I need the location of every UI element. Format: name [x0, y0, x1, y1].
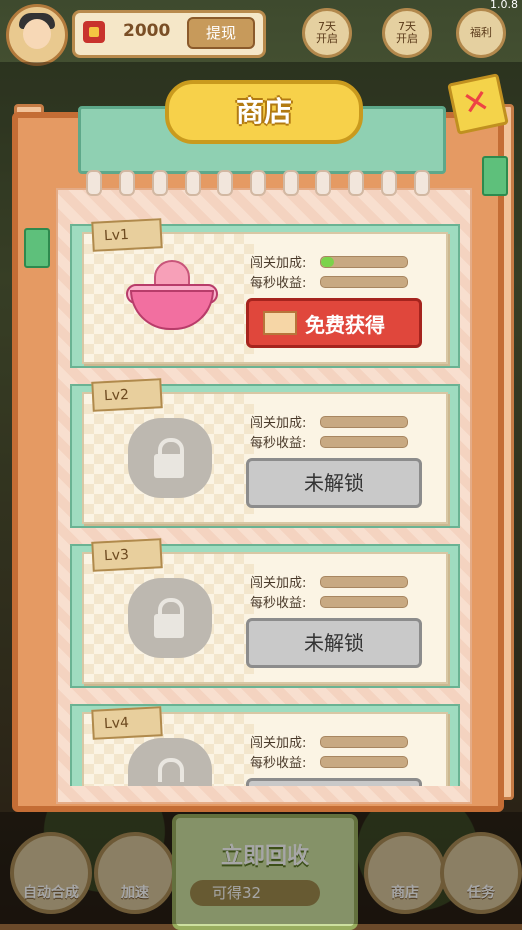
bottom-dim-overlay [0, 812, 522, 924]
level-tag: Lv3 [91, 538, 163, 572]
left-tassel-icon [24, 228, 50, 268]
lock-body [154, 614, 184, 638]
shop-item-card: Lv2 闯关加成: 每秒收益: 未解锁 [82, 378, 448, 524]
right-tassel-icon [482, 156, 508, 196]
avatar[interactable] [6, 4, 68, 66]
lock-icon [158, 758, 184, 782]
bead-icon [119, 170, 136, 196]
avatar-face [23, 19, 51, 49]
bead-icon [282, 170, 299, 196]
level-bonus-fill [321, 257, 334, 267]
locked-item-icon [124, 736, 216, 786]
level-bonus-bar [320, 576, 408, 588]
locked-item-icon [124, 576, 216, 658]
bead-icon [348, 170, 365, 196]
bead-icon [217, 170, 234, 196]
bead-row [78, 170, 438, 196]
bead-icon [380, 170, 397, 196]
shop-title-plaque: 商店 [165, 80, 363, 144]
stat-level-bonus-label: 闯关加成: [250, 576, 307, 591]
stat-level-bonus-label: 闯关加成: [250, 416, 307, 431]
seven-day-button-1[interactable]: 7天 开启 [302, 8, 352, 58]
bead-icon [249, 170, 266, 196]
shop-item-card: Lv3 闯关加成: 每秒收益: 未解锁 [82, 538, 448, 684]
locked-button[interactable]: 未解锁 [246, 618, 422, 668]
top-bar: 1.0.8 2000 提现 7天 开启 7天 开启 福利 [0, 0, 522, 66]
version-label: 1.0.8 [490, 0, 518, 11]
level-tag: Lv2 [91, 378, 163, 412]
stat-level-bonus-label: 闯关加成: [250, 736, 307, 751]
stat-income-label: 每秒收益: [250, 756, 307, 771]
coin-box: 2000 提现 [72, 10, 266, 58]
card-clip: Lv4 闯关加成: 每秒收益: [60, 700, 460, 786]
bead-icon [86, 170, 103, 196]
bead-icon [184, 170, 201, 196]
shop-title: 商店 [235, 95, 292, 128]
bead-icon [151, 170, 168, 196]
locked-item-icon [124, 416, 216, 498]
bead-icon [315, 170, 332, 196]
free-get-label: 免费获得 [305, 313, 385, 337]
level-tag: Lv4 [91, 706, 163, 740]
income-bar [320, 756, 408, 768]
pot-body [130, 290, 214, 330]
stat-income-label: 每秒收益: [250, 596, 307, 611]
income-bar [320, 436, 408, 448]
income-bar [320, 596, 408, 608]
free-get-button[interactable]: 免费获得 [246, 298, 422, 348]
red-envelope-icon [83, 21, 105, 43]
seven-day-button-2[interactable]: 7天 开启 [382, 8, 432, 58]
locked-button[interactable] [246, 778, 422, 786]
level-bonus-bar [320, 256, 408, 268]
lock-body [154, 454, 184, 478]
level-bonus-bar [320, 736, 408, 748]
stat-income-label: 每秒收益: [250, 436, 307, 451]
income-bar [320, 276, 408, 288]
welfare-button[interactable]: 福利 [456, 8, 506, 58]
stat-income-label: 每秒收益: [250, 276, 307, 291]
shop-item-card: Lv1 闯关加成: 每秒收益: 免费获得 [82, 218, 448, 364]
coin-amount: 2000 [123, 21, 171, 41]
shop-item-card: Lv4 闯关加成: 每秒收益: [82, 706, 448, 786]
ticket-icon [263, 311, 297, 335]
close-button[interactable]: ✕ [447, 73, 509, 135]
stat-level-bonus-label: 闯关加成: [250, 256, 307, 271]
withdraw-button[interactable]: 提现 [187, 17, 255, 49]
level-tag: Lv1 [91, 218, 163, 252]
level-bonus-bar [320, 416, 408, 428]
locked-button[interactable]: 未解锁 [246, 458, 422, 508]
lotus-pot-icon [124, 256, 218, 338]
bead-icon [413, 170, 430, 196]
close-icon: ✕ [458, 81, 494, 124]
